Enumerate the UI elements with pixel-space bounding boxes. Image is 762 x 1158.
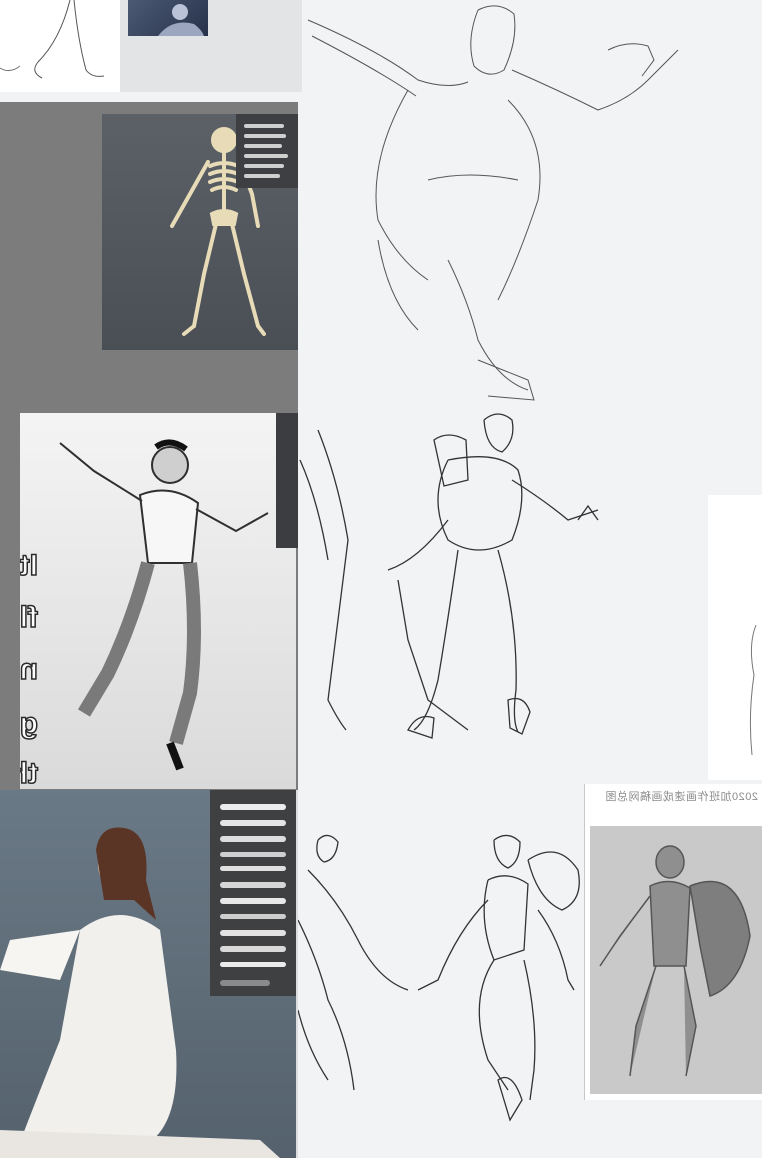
brush-palette-icon xyxy=(210,790,296,996)
top-reference-photo xyxy=(128,0,208,36)
overlay-text-line: flow o xyxy=(20,600,39,635)
dancer-reference-photo: It's very flow o no de genera there is xyxy=(20,413,296,789)
brush-stroke xyxy=(244,164,284,168)
brush-stroke xyxy=(220,820,286,826)
sketch-figure-bottom xyxy=(298,835,579,1120)
brush-stroke xyxy=(244,154,288,158)
overlay-text-line: no de xyxy=(20,652,39,687)
brush-stroke xyxy=(220,852,286,857)
overlay-text-line: there is xyxy=(20,756,39,789)
brush-stroke xyxy=(244,134,286,138)
brush-stroke xyxy=(220,898,286,904)
brush-stroke xyxy=(220,882,286,888)
sketch-figure-sword xyxy=(300,414,598,738)
overlay-text-line: It's very xyxy=(20,548,39,583)
sketch-figure-top xyxy=(308,6,678,400)
brush-stroke xyxy=(220,914,286,919)
brush-stroke xyxy=(244,124,284,128)
palette-toolbar xyxy=(220,980,270,986)
brush-stroke xyxy=(220,866,286,871)
brush-stroke xyxy=(220,836,286,842)
brush-palette-icon xyxy=(236,114,298,188)
brush-stroke xyxy=(244,174,280,178)
dancer-figure xyxy=(20,413,296,789)
top-left-sketch-lines xyxy=(0,0,120,92)
brush-stroke xyxy=(220,946,286,952)
top-left-sketch-thumbnail xyxy=(0,0,120,92)
brush-stroke xyxy=(220,804,286,810)
brush-stroke xyxy=(220,962,286,967)
panel-toolbar-strip xyxy=(276,413,298,548)
brush-stroke xyxy=(244,144,282,148)
brush-stroke xyxy=(220,930,286,936)
overlay-text-line: genera xyxy=(20,706,39,741)
gesture-sketch-layer xyxy=(298,0,762,1158)
